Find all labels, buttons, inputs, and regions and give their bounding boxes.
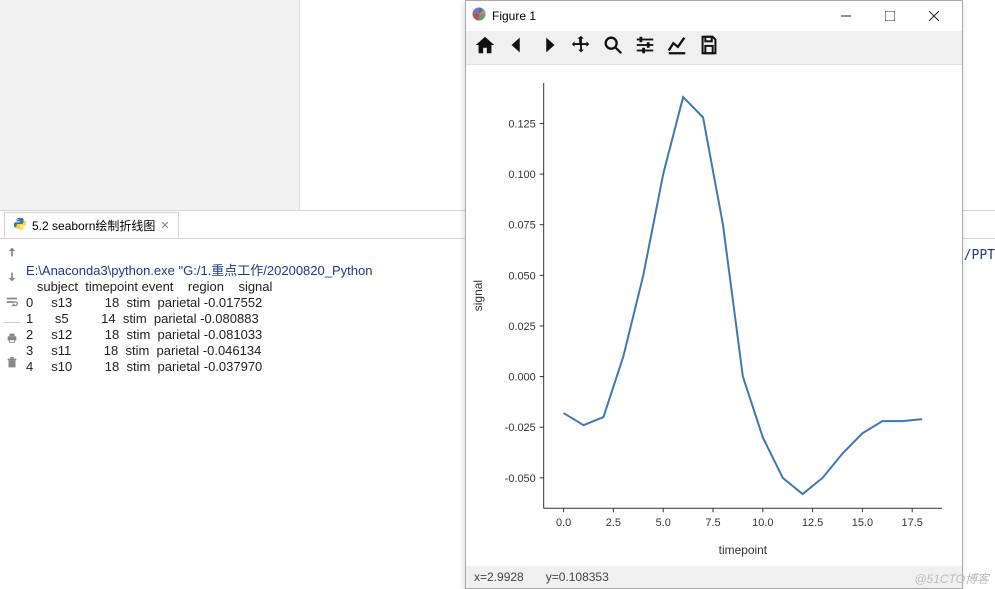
close-icon[interactable]: ✕ — [160, 219, 169, 232]
table-row: 1 s5 14 stim parietal -0.080883 — [26, 311, 259, 326]
print-icon[interactable] — [5, 331, 19, 350]
python-icon — [13, 217, 27, 234]
forward-icon[interactable] — [538, 34, 560, 61]
figure-titlebar[interactable]: Figure 1 — [466, 1, 962, 31]
figure-statusbar: x=2.9928 y=0.108353 — [466, 566, 962, 588]
status-x: x=2.9928 — [474, 570, 524, 584]
svg-text:15.0: 15.0 — [852, 517, 873, 529]
close-button[interactable] — [912, 1, 956, 31]
table-header-row: subject timepoint event region signal — [26, 279, 272, 294]
configure-icon[interactable] — [634, 34, 656, 61]
svg-text:timepoint: timepoint — [719, 543, 768, 557]
zoom-icon[interactable] — [602, 34, 624, 61]
edit-axes-icon[interactable] — [666, 34, 688, 61]
arrow-up-icon[interactable] — [5, 245, 19, 264]
figure-toolbar — [466, 31, 962, 65]
console-tab-label: 5.2 seaborn绘制折线图 — [32, 217, 155, 234]
svg-text:7.5: 7.5 — [705, 517, 720, 529]
svg-text:0.075: 0.075 — [508, 220, 535, 232]
console-tab[interactable]: 5.2 seaborn绘制折线图 ✕ — [4, 212, 179, 238]
status-y: y=0.108353 — [546, 570, 609, 584]
plot-canvas[interactable]: -0.050 -0.025 0.000 0.025 0.050 0.075 0.100 0.1… — [466, 65, 962, 566]
wrap-icon[interactable] — [5, 295, 19, 314]
command-tail: /PPT — [964, 248, 995, 263]
matplotlib-icon — [472, 7, 486, 26]
svg-text:0.000: 0.000 — [508, 372, 535, 384]
svg-text:0.050: 0.050 — [508, 270, 535, 282]
background-panel — [0, 0, 300, 210]
maximize-button[interactable] — [868, 1, 912, 31]
back-icon[interactable] — [506, 34, 528, 61]
pan-icon[interactable] — [570, 34, 592, 61]
svg-text:0.025: 0.025 — [508, 321, 535, 333]
table-row: 0 s13 18 stim parietal -0.017552 — [26, 295, 262, 310]
figure-title: Figure 1 — [492, 9, 824, 23]
table-row: 2 s12 18 stim parietal -0.081033 — [26, 327, 262, 342]
table-row: 4 s10 18 stim parietal -0.037970 — [26, 359, 262, 374]
save-icon[interactable] — [698, 34, 720, 61]
svg-text:0.100: 0.100 — [508, 169, 535, 181]
arrow-down-icon[interactable] — [5, 270, 19, 289]
command-text: E:\Anaconda3\python.exe "G:/1.重点工作/20200… — [26, 263, 372, 278]
svg-text:5.0: 5.0 — [656, 517, 671, 529]
svg-text:17.5: 17.5 — [902, 517, 923, 529]
figure-window: Figure 1 -0.050-0.0250.0000.0250.0500.07… — [465, 0, 963, 589]
svg-text:0.125: 0.125 — [508, 118, 535, 130]
home-icon[interactable] — [474, 34, 496, 61]
console-gutter — [0, 239, 24, 396]
svg-text:12.5: 12.5 — [802, 517, 823, 529]
svg-text:2.5: 2.5 — [606, 517, 621, 529]
svg-text:signal: signal — [471, 280, 485, 311]
svg-text:0.0: 0.0 — [556, 517, 571, 529]
svg-text:10.0: 10.0 — [752, 517, 773, 529]
minimize-button[interactable] — [824, 1, 868, 31]
trash-icon[interactable] — [5, 356, 19, 375]
svg-text:-0.050: -0.050 — [505, 473, 536, 485]
table-row: 3 s11 18 stim parietal -0.046134 — [26, 343, 261, 358]
console-output: E:\Anaconda3\python.exe "G:/1.重点工作/20200… — [24, 239, 374, 396]
svg-text:-0.025: -0.025 — [505, 422, 536, 434]
